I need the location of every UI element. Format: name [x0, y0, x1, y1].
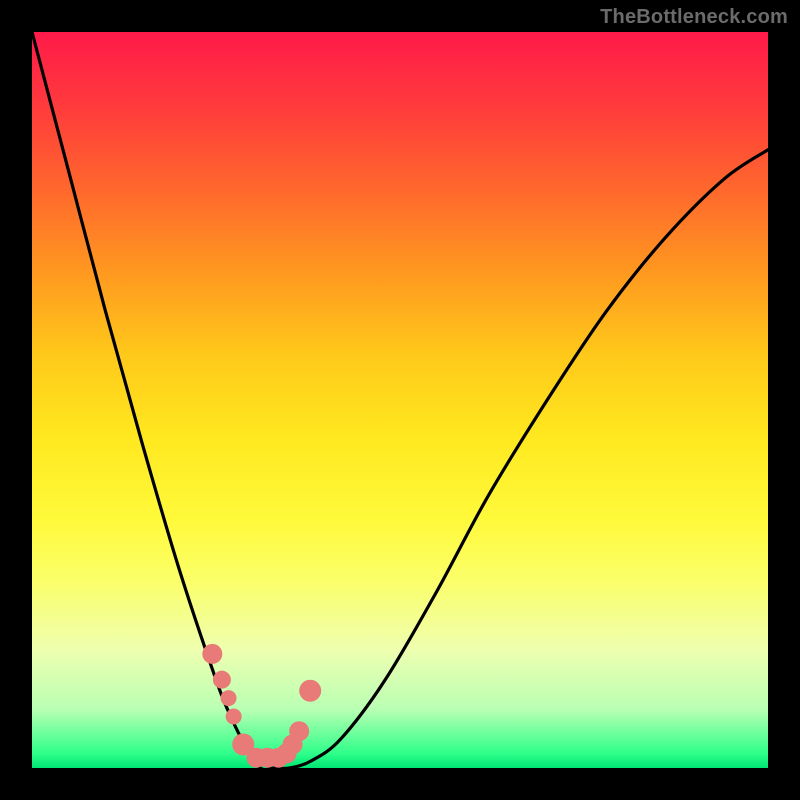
- highlight-marker: [202, 644, 222, 664]
- highlight-marker: [299, 680, 321, 702]
- plot-area: [32, 32, 768, 768]
- chart-svg: [32, 32, 768, 768]
- bottleneck-curve: [32, 32, 768, 768]
- watermark-text: TheBottleneck.com: [600, 6, 788, 29]
- highlight-marker: [221, 690, 237, 706]
- highlight-marker: [226, 708, 242, 724]
- highlight-markers: [202, 644, 321, 768]
- chart-frame: TheBottleneck.com: [0, 0, 800, 800]
- highlight-marker: [289, 721, 309, 741]
- highlight-marker: [213, 671, 231, 689]
